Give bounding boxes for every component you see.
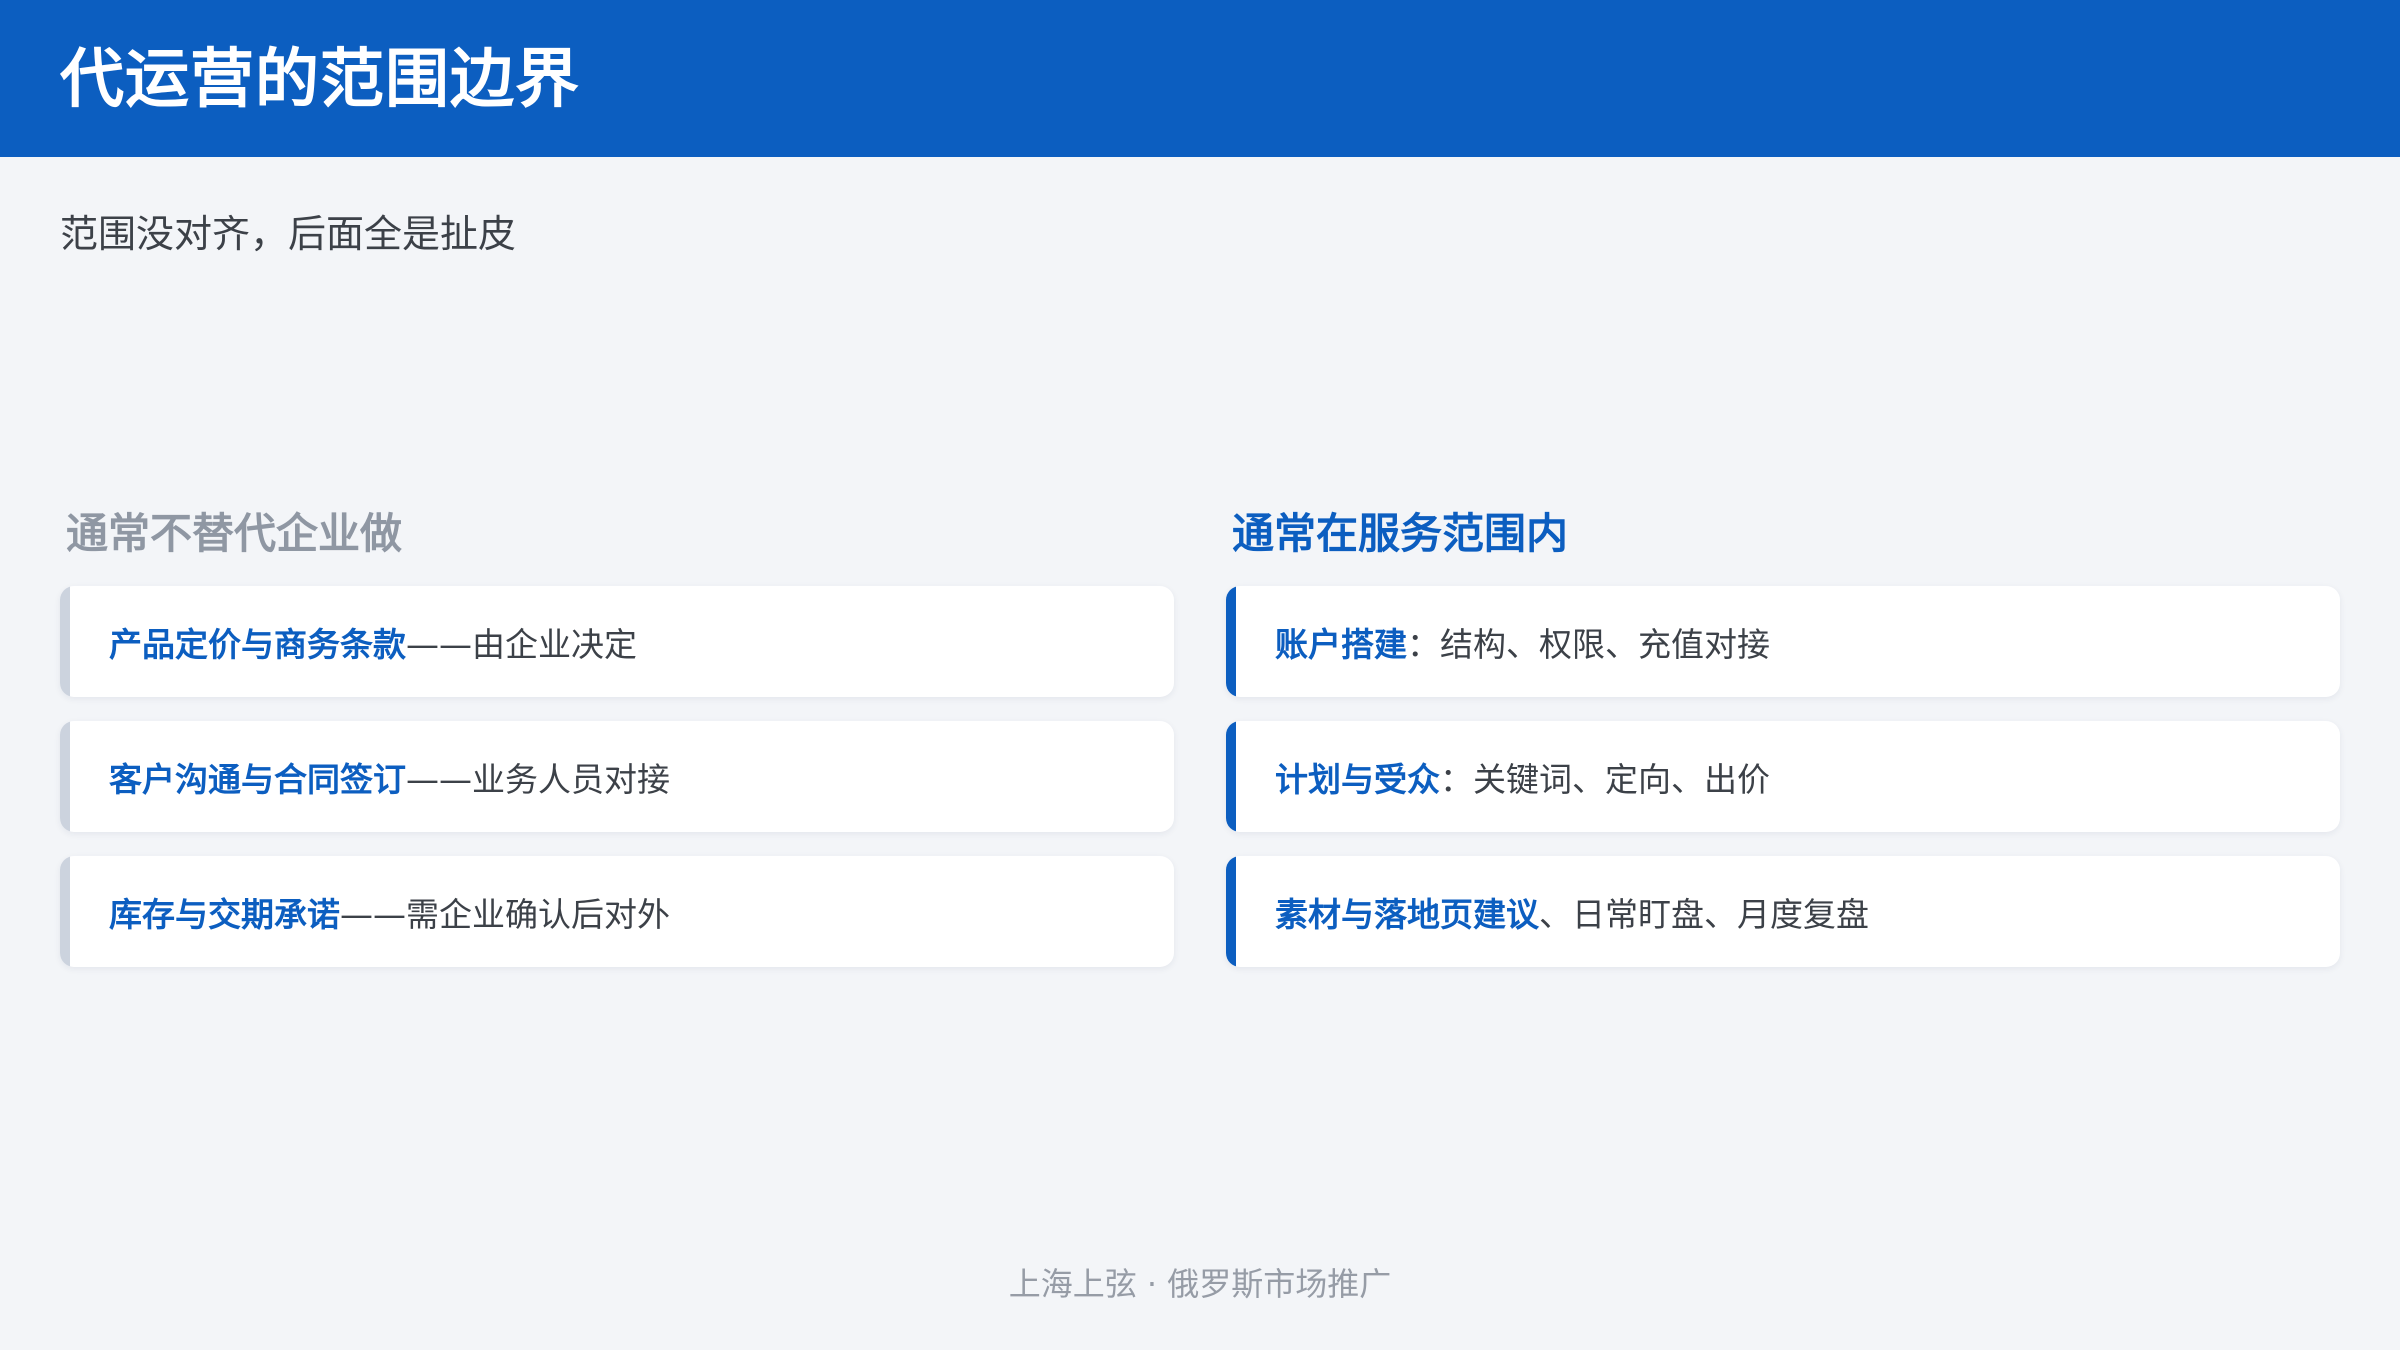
item-detail: ——由企业决定 [406, 624, 637, 664]
item-detail: 、日常盯盘、月度复盘 [1539, 894, 1869, 934]
out-of-scope-item: 产品定价与商务条款 ——由企业决定 [60, 586, 1174, 697]
item-key: 素材与落地页建议 [1275, 894, 1539, 934]
item-detail: ：结构、权限、充值对接 [1407, 624, 1770, 664]
item-key: 计划与受众 [1275, 759, 1440, 799]
item-detail: ：关键词、定向、出价 [1440, 759, 1770, 799]
out-of-scope-heading: 通常不替代企业做 [66, 509, 403, 558]
item-detail: ——需企业确认后对外 [340, 894, 670, 934]
footer-text: 上海上弦 · 俄罗斯市场推广 [1008, 1265, 1392, 1303]
item-key: 库存与交期承诺 [109, 894, 340, 934]
in-scope-item: 账户搭建 ：结构、权限、充值对接 [1226, 586, 2340, 697]
item-key: 产品定价与商务条款 [109, 624, 406, 664]
out-of-scope-item: 库存与交期承诺 ——需企业确认后对外 [60, 856, 1174, 967]
in-scope-heading: 通常在服务范围内 [1232, 509, 1569, 558]
page-title: 代运营的范围边界 [60, 43, 580, 117]
page-subtitle: 范围没对齐，后面全是扯皮 [60, 212, 517, 256]
item-key: 客户沟通与合同签订 [109, 759, 406, 799]
item-key: 账户搭建 [1275, 624, 1407, 664]
out-of-scope-column: 通常不替代企业做 产品定价与商务条款 ——由企业决定 客户沟通与合同签订 ——业务人… [60, 500, 1174, 991]
in-scope-column: 通常在服务范围内 账户搭建 ：结构、权限、充值对接 计划与受众 ：关键词、定向、出价… [1226, 500, 2340, 991]
in-scope-item: 素材与落地页建议 、日常盯盘、月度复盘 [1226, 856, 2340, 967]
title-bar: 代运营的范围边界 [0, 0, 2400, 157]
item-detail: ——业务人员对接 [406, 759, 670, 799]
out-of-scope-item: 客户沟通与合同签订 ——业务人员对接 [60, 721, 1174, 832]
in-scope-item: 计划与受众 ：关键词、定向、出价 [1226, 721, 2340, 832]
